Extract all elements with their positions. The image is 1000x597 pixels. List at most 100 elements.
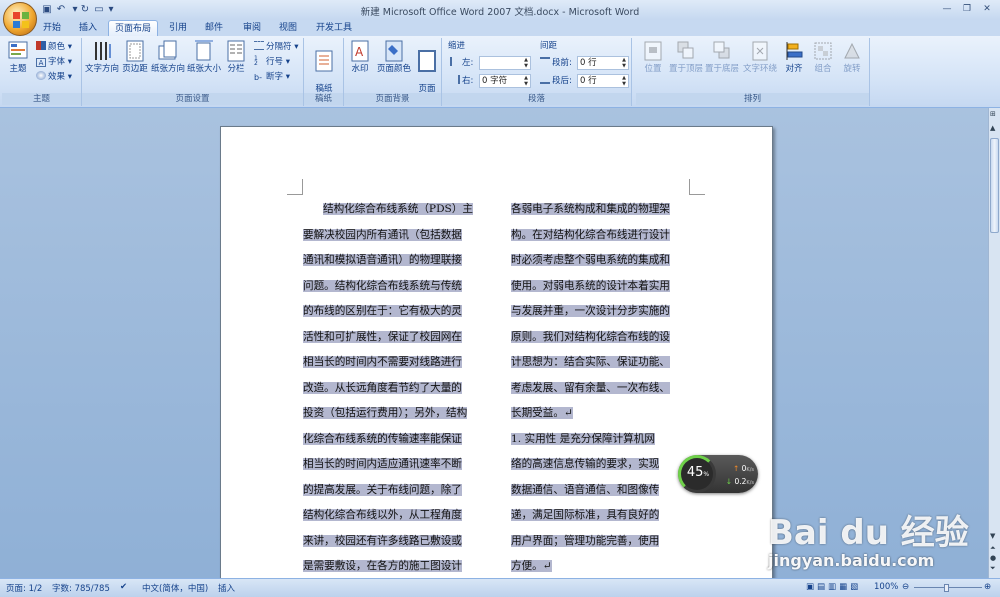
orientation-button[interactable]: 纸张方向 [150, 40, 186, 74]
tab-home[interactable]: 开始 [38, 20, 66, 36]
group-objects-icon [814, 42, 832, 60]
text-line[interactable]: 相当长的时间内不需要对线路进行 [303, 350, 479, 376]
ruler-toggle-icon[interactable]: ⊞ [990, 110, 996, 118]
text-wrap-button[interactable]: 文字环绕 [740, 40, 780, 74]
page-size-button[interactable]: 纸张大小 [186, 40, 222, 74]
close-icon[interactable]: ✕ [978, 2, 996, 17]
text-line[interactable]: 是需要敷设，在各方的施工图设计 [303, 554, 479, 580]
send-to-back-button[interactable]: 置于底层 [704, 40, 740, 74]
tab-insert[interactable]: 插入 [74, 20, 102, 36]
group-label-draft-paper: 稿纸 [304, 93, 343, 105]
zoom-in-icon[interactable]: ⊕ [984, 582, 991, 592]
status-page[interactable]: 页面: 1/2 [6, 582, 42, 594]
undo-icon[interactable]: ↶ [54, 3, 68, 17]
theme-colors-button[interactable]: 颜色 ▾ [36, 41, 72, 53]
watermark-button[interactable]: A 水印 [346, 40, 374, 74]
tab-developer[interactable]: 开发工具 [310, 20, 358, 36]
text-line[interactable]: 计思想为：结合实际、保证功能、 [511, 350, 687, 376]
text-line[interactable]: 时必须考虑整个弱电系统的集成和 [511, 248, 687, 274]
text-line[interactable]: 改造。从长远角度看节约了大量的 [303, 376, 479, 402]
zoom-slider-thumb[interactable] [944, 584, 949, 592]
text-line[interactable]: 活性和可扩展性，保证了校园网在 [303, 325, 479, 351]
bring-to-front-button[interactable]: 置于顶层 [668, 40, 704, 74]
text-line[interactable]: 络的高速信息传输的要求，实现 [511, 452, 687, 478]
text-line[interactable]: 化综合布线系统的传输速率能保证 [303, 427, 479, 453]
text-line[interactable]: 方便。↵ [511, 554, 687, 580]
text-line[interactable]: 1. 实用性 是充分保障计算机网 [511, 427, 687, 453]
group-objects-button[interactable]: 组合 [808, 40, 838, 74]
zoom-level[interactable]: 100% [874, 582, 898, 592]
indent-left-spinner-icon[interactable]: ▲ ▼ [522, 57, 530, 69]
text-line[interactable]: 递，满足国际标准，具有良好的 [511, 503, 687, 529]
spacing-after-spinner-icon[interactable]: ▲ ▼ [620, 75, 628, 87]
redo-icon[interactable]: ↻ [78, 3, 92, 17]
text-line[interactable]: 各弱电子系统构成和集成的物理架 [511, 197, 687, 223]
columns-button[interactable]: 分栏 [222, 40, 250, 74]
breaks-button[interactable]: 分隔符 ▾ [254, 41, 298, 53]
text-column-right[interactable]: 各弱电子系统构成和集成的物理架 构。在对结构化综合布线进行设计 时必须考虑整个弱电系… [511, 197, 687, 597]
text-line[interactable]: 问题。结构化综合布线系统与传统 [303, 274, 479, 300]
indent-right-input[interactable]: 0 字符 ▲ ▼ [479, 74, 531, 88]
tab-mailings[interactable]: 邮件 [200, 20, 228, 36]
margins-button[interactable]: 页边距 [120, 40, 150, 74]
text-line[interactable]: 用户界面；管理功能完善，使用 [511, 529, 687, 555]
text-line[interactable]: 与发展并重，一次设计分步实施的 [511, 299, 687, 325]
document-page[interactable]: 结构化综合布线系统（PDS）主 要解决校园内所有通讯（包括数据 通讯和模拟语音通讯）… [220, 126, 773, 597]
save-icon[interactable]: ▣ [40, 3, 54, 17]
hyphenation-button[interactable]: b- 断字 ▾ [254, 71, 290, 83]
text-column-left[interactable]: 结构化综合布线系统（PDS）主 要解决校园内所有通讯（包括数据 通讯和模拟语音通讯）… [303, 197, 479, 597]
spacing-after-input[interactable]: 0 行 ▲ ▼ [577, 74, 629, 88]
text-line[interactable]: 考虑发展、留有余量、一次布线、 [511, 376, 687, 402]
text-line[interactable]: 的布线的区别在于：它有极大的灵 [303, 299, 479, 325]
text-direction-button[interactable]: 文字方向 [84, 40, 120, 74]
position-button[interactable]: 位置 [638, 40, 668, 74]
spacing-before-input[interactable]: 0 行 ▲ ▼ [577, 56, 629, 70]
tab-page-layout[interactable]: 页面布局 [108, 20, 158, 36]
tab-references[interactable]: 引用 [164, 20, 192, 36]
group-label-paragraph: 段落 [442, 93, 631, 105]
page-color-button[interactable]: 页面颜色 [374, 40, 414, 74]
scroll-up-icon[interactable]: ▲ [990, 124, 995, 132]
status-insert-mode[interactable]: 插入 [218, 582, 235, 594]
status-language[interactable]: 中文(简体，中国) [142, 582, 208, 594]
margin-corner-top-right [689, 179, 705, 195]
text-line[interactable]: 要解决校园内所有通讯（包括数据 [303, 223, 479, 249]
network-speed-widget[interactable]: 45% ↑ 0K/s ↓ 0.2K/s [678, 455, 758, 493]
text-line[interactable]: 使用。对弱电系统的设计本着实用 [511, 274, 687, 300]
status-word-count[interactable]: 字数: 785/785 [52, 582, 110, 594]
minimize-icon[interactable]: — [938, 2, 956, 17]
indent-left-input[interactable]: ▲ ▼ [479, 56, 531, 70]
theme-effects-button[interactable]: 效果 ▾ [36, 71, 72, 83]
text-line[interactable]: 通讯和模拟语音通讯）的物理联接 [303, 248, 479, 274]
text-line[interactable]: 构。在对结构化综合布线进行设计 [511, 223, 687, 249]
group-page-background: A 水印 页面颜色 页面 边框 页面背景 [344, 38, 442, 106]
view-buttons-icon[interactable]: ▣▤▥▦▧ [806, 582, 861, 592]
spacing-before-spinner-icon[interactable]: ▲ ▼ [620, 57, 628, 69]
text-line[interactable]: 原则。我们对结构化综合布线的设 [511, 325, 687, 351]
customize-toolbar-icon[interactable]: ▾ [104, 3, 118, 17]
text-line[interactable]: 的提高发展。关于布线问题，除了 [303, 478, 479, 504]
spell-check-icon[interactable]: ✔ [120, 582, 127, 592]
text-line[interactable]: 来讲，校园还有许多线路已敷设或 [303, 529, 479, 555]
maximize-icon[interactable]: ❐ [958, 2, 976, 17]
theme-button[interactable]: 主题 [4, 40, 32, 74]
text-line[interactable]: 结构化综合布线以外，从工程角度 [303, 503, 479, 529]
line-numbers-button[interactable]: 1 2 行号 ▾ [254, 56, 290, 68]
text-line[interactable]: 投资（包括运行费用）；另外，结构 [303, 401, 479, 427]
group-label-theme: 主题 [2, 93, 81, 105]
zoom-out-icon[interactable]: ⊖ [902, 582, 909, 592]
align-button[interactable]: 对齐 [780, 40, 808, 74]
indent-right-spinner-icon[interactable]: ▲ ▼ [522, 75, 530, 87]
rotate-button[interactable]: 旋转 [838, 40, 866, 74]
text-line[interactable]: 长期受益。↵ [511, 401, 687, 427]
group-arrange: 位置 置于顶层 置于底层 文字环绕 对齐 组合 旋转 排列 [636, 38, 870, 106]
tab-view[interactable]: 视图 [274, 20, 302, 36]
theme-fonts-button[interactable]: A 字体 ▾ [36, 56, 72, 68]
text-line[interactable]: 结构化综合布线系统（PDS）主 [303, 197, 479, 223]
scrollbar-thumb[interactable] [990, 138, 999, 233]
effects-icon [36, 71, 46, 80]
text-line[interactable]: 数据通信、语音通信、和图像传 [511, 478, 687, 504]
office-button[interactable] [3, 2, 37, 36]
tab-review[interactable]: 审阅 [238, 20, 266, 36]
text-line[interactable]: 相当长的时间内适应通讯速率不断 [303, 452, 479, 478]
